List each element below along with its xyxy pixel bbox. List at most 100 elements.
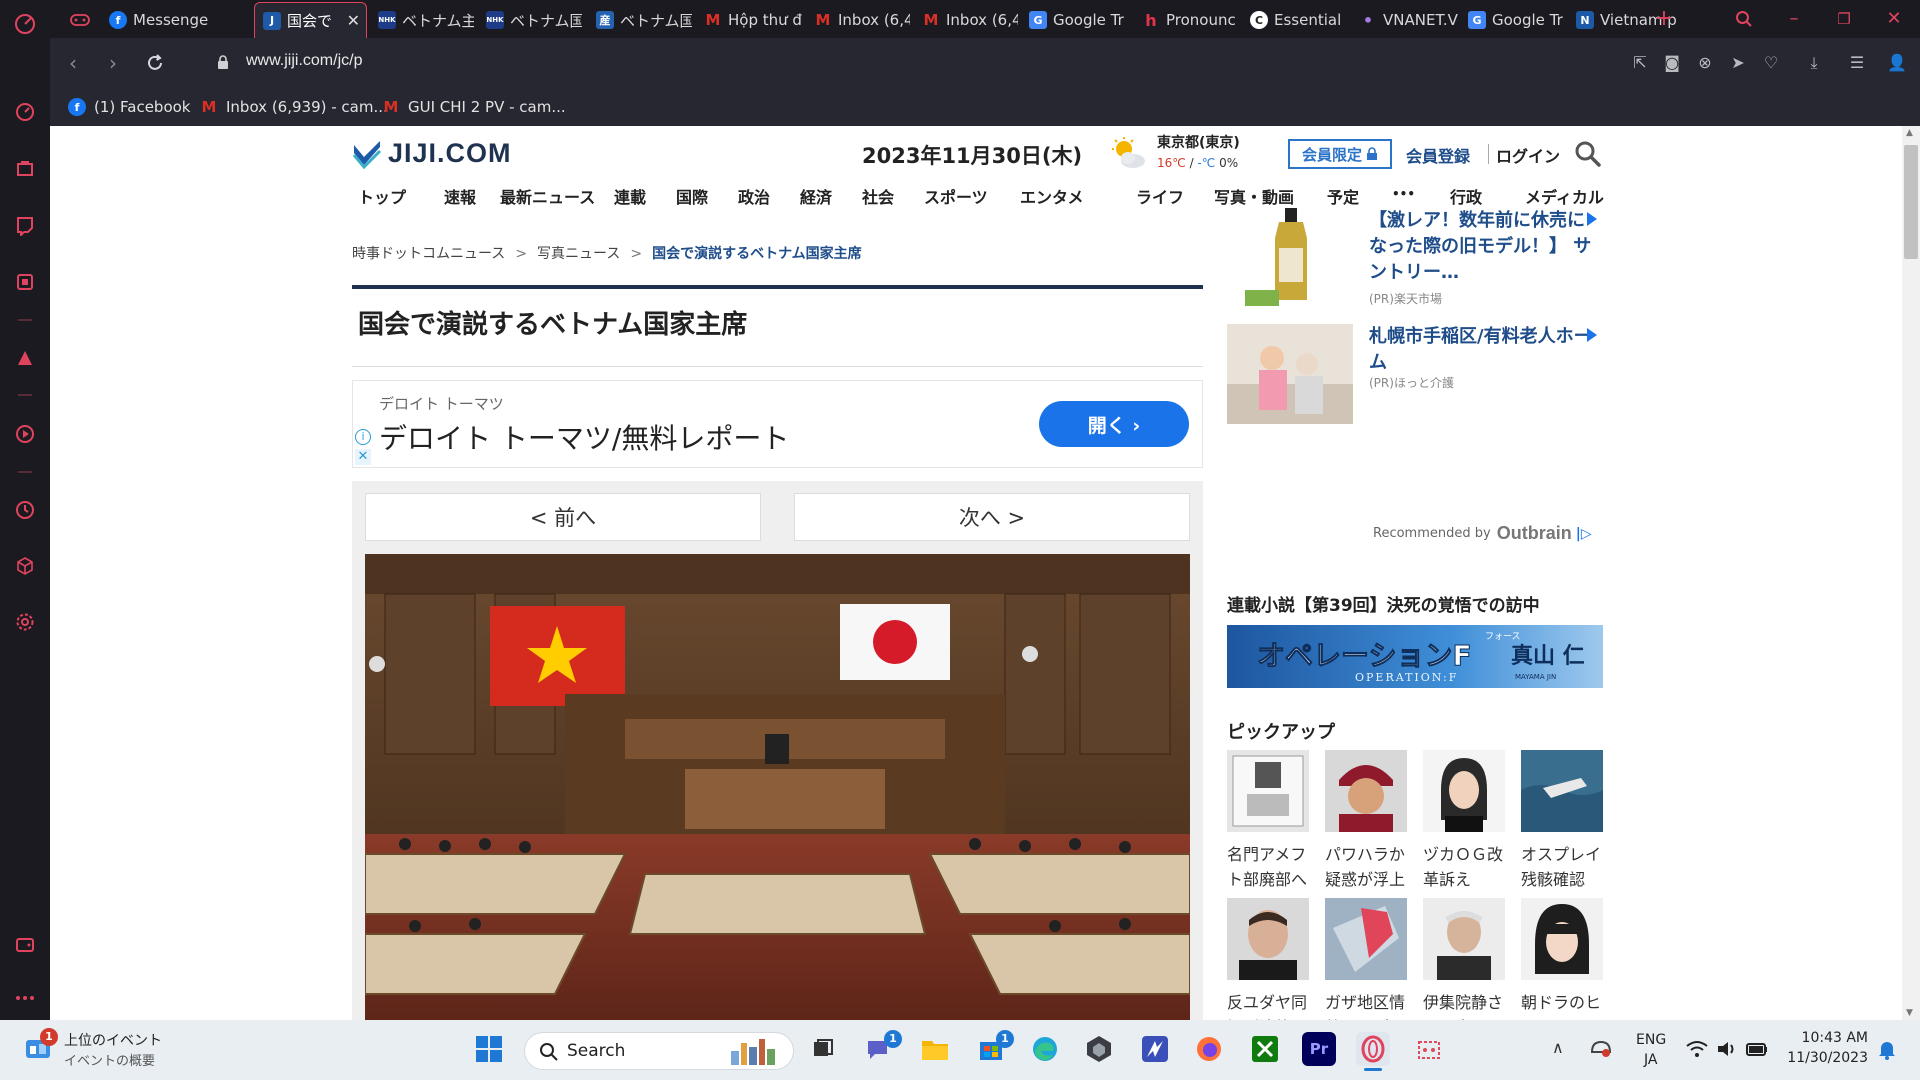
snipping-tool-icon[interactable] bbox=[1412, 1032, 1446, 1066]
premiere-pro-icon[interactable]: Pr bbox=[1302, 1032, 1336, 1066]
camera-icon[interactable]: ◙ bbox=[1660, 51, 1684, 75]
next-photo-button[interactable]: 次へ > bbox=[794, 493, 1190, 541]
nav-administration[interactable]: 行政 bbox=[1450, 184, 1482, 208]
close-window-icon[interactable]: ✕ bbox=[1880, 6, 1908, 32]
tab-jiji-active[interactable]: J 国会で ✕ bbox=[254, 2, 367, 38]
twitch-icon[interactable] bbox=[13, 214, 37, 238]
nav-economy[interactable]: 経済 bbox=[800, 184, 832, 208]
tab-google-translate-1[interactable]: G Google Tr bbox=[1025, 2, 1129, 38]
tab-pronounce[interactable]: h Pronounc bbox=[1138, 2, 1242, 38]
pickup-caption[interactable]: ガザ地区情勢マップ bbox=[1325, 990, 1407, 1020]
send-icon[interactable]: ➤ bbox=[1726, 51, 1750, 75]
tab-vnanet[interactable]: • VNANET.V bbox=[1355, 2, 1459, 38]
lock-icon[interactable] bbox=[210, 50, 236, 76]
more-icon[interactable] bbox=[13, 986, 37, 1010]
security-icon[interactable] bbox=[1590, 1038, 1612, 1062]
back-icon[interactable]: ‹ bbox=[60, 50, 86, 76]
heart-icon[interactable]: ♡ bbox=[1759, 51, 1783, 75]
battery-icon[interactable] bbox=[1746, 1040, 1768, 1062]
pickup-item[interactable]: ヅカＯＧ改革訴え bbox=[1423, 750, 1505, 892]
tab-google-translate-2[interactable]: G Google Tr bbox=[1464, 2, 1568, 38]
login-link[interactable]: ログイン bbox=[1496, 143, 1560, 167]
bookmark-facebook[interactable]: f (1) Facebook bbox=[68, 94, 191, 120]
nav-more[interactable]: ••• bbox=[1392, 187, 1415, 201]
nav-sports[interactable]: スポーツ bbox=[924, 184, 988, 208]
register-link[interactable]: 会員登録 bbox=[1406, 143, 1470, 167]
tab-sankei[interactable]: 産 ベトナム国 bbox=[592, 2, 692, 38]
wallet-icon[interactable] bbox=[13, 932, 37, 956]
nav-society[interactable]: 社会 bbox=[862, 184, 894, 208]
profile-icon[interactable]: 👤 bbox=[1885, 51, 1909, 75]
minimize-icon[interactable]: – bbox=[1780, 6, 1808, 32]
sponsored-ad-title[interactable]: 札幌市手稲区/有料老人ホーム bbox=[1369, 324, 1599, 376]
restore-icon[interactable]: ❐ bbox=[1830, 6, 1858, 32]
new-tab-icon[interactable]: + bbox=[1650, 6, 1678, 32]
sponsored-ad-title[interactable]: 【激レア！数年前に休売になった際の旧モデル！】 サントリー… bbox=[1369, 208, 1599, 286]
breadcrumb-home[interactable]: 時事ドットコムニュース bbox=[352, 246, 505, 262]
ad-choice-icon[interactable] bbox=[1587, 212, 1597, 226]
pickup-caption[interactable]: 伊集院静さん死去 bbox=[1423, 990, 1505, 1020]
pickup-item[interactable]: 名門アメフト部廃部へ bbox=[1227, 750, 1309, 892]
nav-photo-video[interactable]: 写真・動画 bbox=[1214, 184, 1294, 208]
pickup-item[interactable]: 朝ドラのヒロイン bbox=[1521, 898, 1603, 1020]
ad-banner[interactable]: デロイト トーマツ デロイト トーマツ/無料レポート 開く › i ✕ bbox=[352, 380, 1203, 468]
ad-headline[interactable]: デロイト トーマツ/無料レポート bbox=[379, 417, 789, 457]
forward-icon[interactable]: › bbox=[100, 50, 126, 76]
tab-search-icon[interactable] bbox=[1730, 6, 1758, 32]
task-view-icon[interactable] bbox=[806, 1032, 840, 1066]
input-language[interactable]: ENG bbox=[1636, 1032, 1666, 1048]
ad-info-icon[interactable]: i bbox=[355, 429, 371, 445]
speed-dial-icon[interactable] bbox=[13, 100, 37, 124]
jiji-logo[interactable]: JIJI.COM bbox=[352, 138, 512, 169]
pickup-caption[interactable]: 朝ドラのヒロイン bbox=[1521, 990, 1603, 1020]
weather-widget-icon[interactable]: 1 bbox=[24, 1028, 58, 1062]
serial-novel-heading[interactable]: 連載小説【第39回】決死の覚悟での訪中 bbox=[1227, 591, 1540, 616]
nav-latest[interactable]: 最新ニュース bbox=[500, 184, 595, 208]
pickup-caption[interactable]: ヅカＯＧ改革訴え bbox=[1423, 842, 1505, 892]
edge-icon[interactable] bbox=[1028, 1032, 1062, 1066]
widget-subtitle[interactable]: イベントの概要 bbox=[64, 1050, 155, 1069]
serial-novel-banner[interactable]: フォース オペレーションF OPERATION:F 真山 仁 MAYAMA JI… bbox=[1227, 625, 1603, 688]
nav-schedule[interactable]: 予定 bbox=[1327, 184, 1359, 208]
notification-bell-icon[interactable] bbox=[1878, 1040, 1896, 1064]
nav-international[interactable]: 国際 bbox=[676, 184, 708, 208]
shopping-bag-icon[interactable] bbox=[13, 156, 37, 180]
sponsored-ad-care[interactable]: 札幌市手稲区/有料老人ホーム (PR)ほっと介護 bbox=[1227, 324, 1607, 429]
tab-nhk-1[interactable]: NHK ベトナム主 bbox=[374, 2, 474, 38]
share-icon[interactable]: ⇱ bbox=[1628, 51, 1652, 75]
show-hidden-icons[interactable]: ∧ bbox=[1552, 1038, 1564, 1057]
easy-setup-icon[interactable]: ☰ bbox=[1845, 51, 1869, 75]
opera-gx-taskbar-icon[interactable] bbox=[1356, 1032, 1390, 1071]
nav-politics[interactable]: 政治 bbox=[738, 184, 770, 208]
pickup-caption[interactable]: 名門アメフト部廃部へ bbox=[1227, 842, 1309, 892]
pickup-caption[interactable]: オスプレイ残骸確認 bbox=[1521, 842, 1603, 892]
sponsored-ad-whisky[interactable]: 【激レア！数年前に休売になった際の旧モデル！】 サントリー… (PR)楽天市場 bbox=[1227, 208, 1607, 313]
bookmark-inbox[interactable]: M Inbox (6,939) - cam... bbox=[200, 94, 388, 120]
url-field[interactable]: www.jiji.com/jc/p bbox=[246, 52, 362, 70]
nav-life[interactable]: ライフ bbox=[1136, 184, 1184, 208]
reload-icon[interactable] bbox=[142, 50, 168, 76]
clock-time[interactable]: 10:43 AM bbox=[1788, 1030, 1868, 1046]
bookmark-gui-chi[interactable]: M GUI CHI 2 PV - cam... bbox=[382, 94, 566, 120]
scroll-down-icon[interactable]: ▼ bbox=[1906, 1008, 1913, 1018]
tab-essential[interactable]: C Essential bbox=[1246, 2, 1350, 38]
recommended-by-outbrain[interactable]: Recommended by Outbrain |▷ bbox=[1373, 523, 1592, 544]
chat-icon[interactable]: 1 bbox=[862, 1030, 902, 1066]
weather-city[interactable]: 東京都(東京) bbox=[1157, 132, 1240, 152]
ad-close-icon[interactable]: ✕ bbox=[355, 449, 371, 465]
app-icon[interactable] bbox=[1138, 1032, 1172, 1066]
tab-inbox-1[interactable]: M Inbox (6,4 bbox=[810, 2, 910, 38]
prev-photo-button[interactable]: < 前へ bbox=[365, 493, 761, 541]
microsoft-store-icon[interactable]: 1 bbox=[974, 1030, 1014, 1066]
pickup-caption[interactable]: パワハラか疑惑が浮上 bbox=[1325, 842, 1407, 892]
aria-icon[interactable] bbox=[13, 346, 37, 370]
file-explorer-icon[interactable] bbox=[918, 1032, 952, 1066]
wifi-icon[interactable] bbox=[1686, 1040, 1708, 1062]
search-icon[interactable] bbox=[1574, 140, 1602, 168]
nav-medical[interactable]: メディカル bbox=[1525, 184, 1604, 208]
extension-icon[interactable] bbox=[13, 270, 37, 294]
history-icon[interactable] bbox=[13, 498, 37, 522]
block-icon[interactable]: ⊗ bbox=[1693, 51, 1717, 75]
pickup-item[interactable]: オスプレイ残骸確認 bbox=[1521, 750, 1603, 892]
pickup-item[interactable]: 伊集院静さん死去 bbox=[1423, 898, 1505, 1020]
